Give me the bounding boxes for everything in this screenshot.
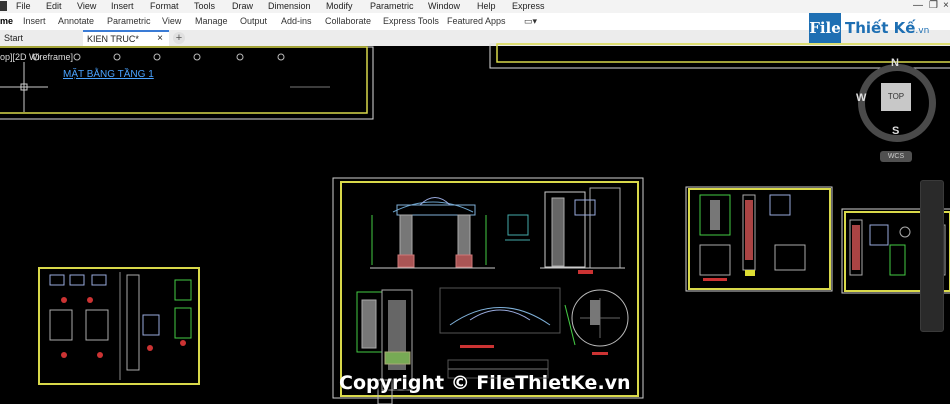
viewcube-top[interactable]: TOP <box>881 83 911 111</box>
compass-south[interactable]: S <box>892 125 899 137</box>
gate-side-elevation <box>540 187 625 274</box>
frame-top-right-outer <box>489 43 950 69</box>
frame-top-right-inner <box>496 43 950 63</box>
copyright-watermark: Copyright © FileThietKe.vn <box>339 372 631 394</box>
detail-circle <box>564 289 629 355</box>
navigation-bar[interactable] <box>920 180 944 332</box>
compass-north[interactable]: N <box>891 57 899 69</box>
compass-west[interactable]: W <box>856 92 866 104</box>
wcs-menu[interactable]: WCS <box>880 151 912 162</box>
gate-elevation <box>370 197 495 269</box>
sheet-right1-details <box>699 194 806 281</box>
sheet-title: MẶT BẰNG TẦNG 1 <box>63 69 154 80</box>
sheet-left-details <box>49 272 192 380</box>
viewport-label[interactable]: op][2D Wireframe] <box>0 52 73 62</box>
drawing-canvas[interactable] <box>0 0 950 404</box>
crosshair-cursor <box>0 62 48 112</box>
ornament-detail <box>439 287 561 379</box>
detail-caption-mark <box>460 345 494 348</box>
detail-annotations <box>505 214 530 241</box>
